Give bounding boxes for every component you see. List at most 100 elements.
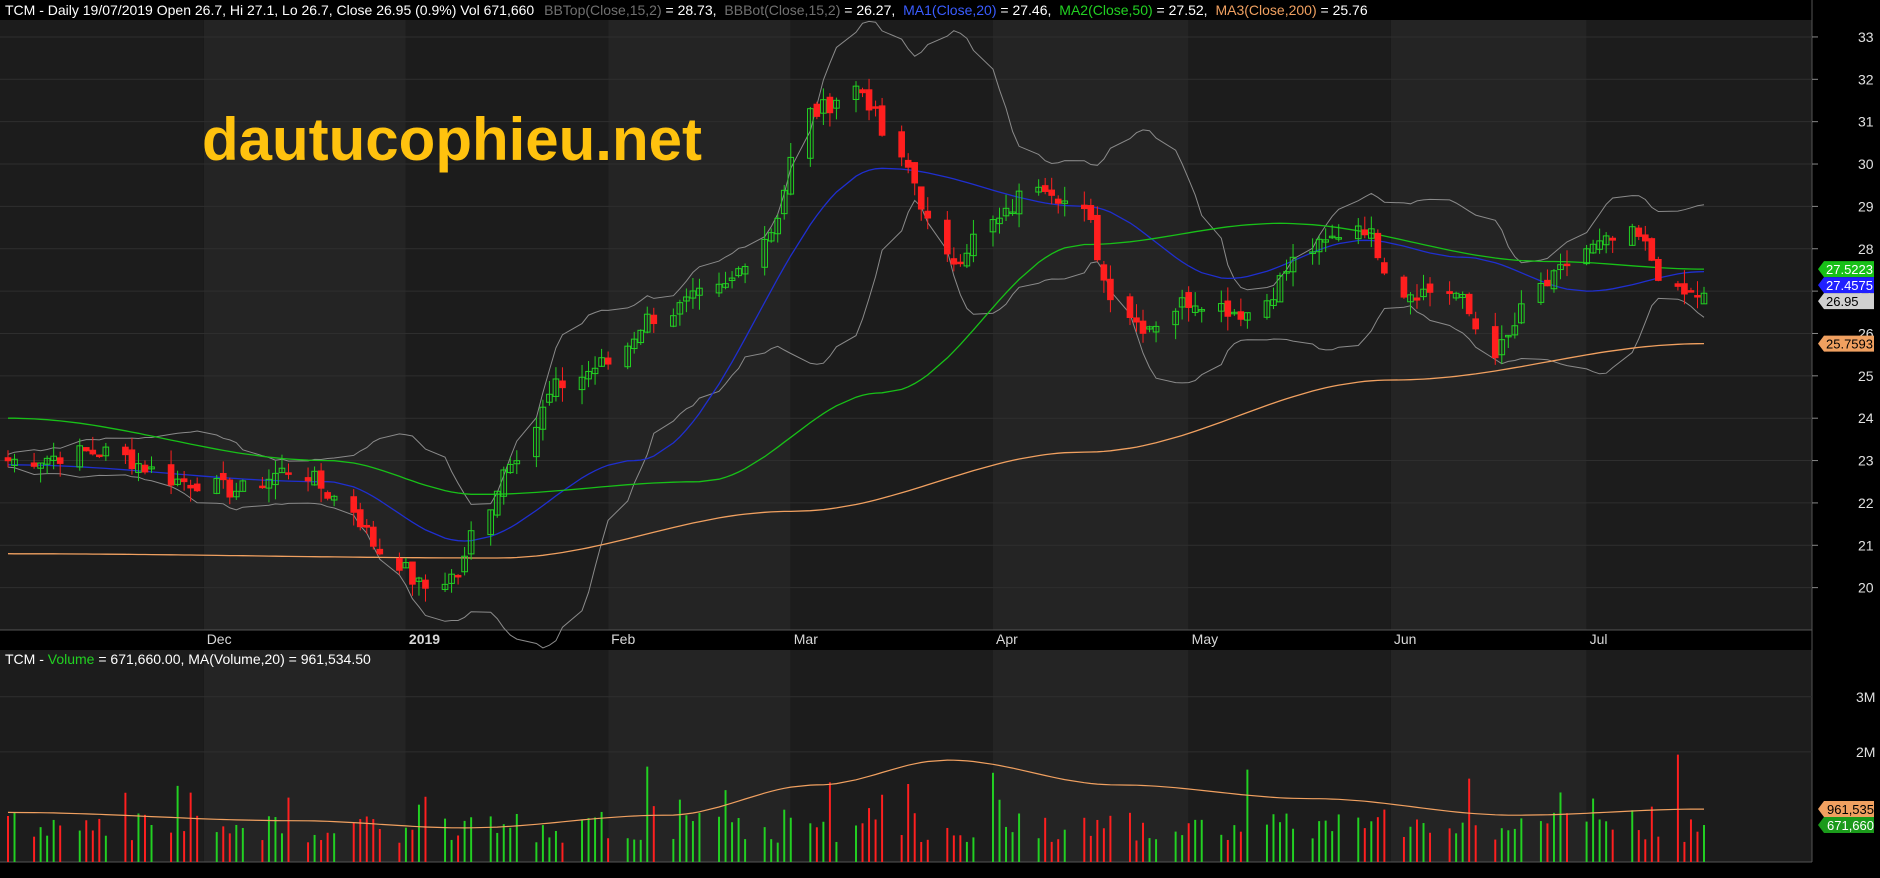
price-tick-label: 28	[1858, 241, 1874, 257]
candle-body	[559, 380, 566, 389]
candle-body	[1426, 283, 1434, 293]
candle-body	[141, 464, 149, 473]
price-tick-label: 31	[1858, 114, 1874, 130]
price-month-band	[0, 20, 204, 630]
candle-body	[650, 314, 658, 325]
candle-body	[1139, 320, 1147, 334]
volume-month-band	[0, 650, 204, 862]
candle-body	[167, 464, 175, 486]
candle-body	[369, 526, 377, 547]
candle-body	[898, 131, 905, 158]
candle-body	[1087, 205, 1095, 220]
candle	[1465, 292, 1473, 317]
header-price-info: TCM - Daily 19/07/2019 Open 26.7, Hi 27.…	[5, 2, 534, 18]
candle-body	[89, 449, 97, 455]
volume-tag: 671,660	[1818, 817, 1874, 834]
month-label: Feb	[611, 631, 635, 647]
candle	[1400, 274, 1408, 299]
volume-month-band	[405, 650, 609, 862]
candle-body	[82, 447, 90, 452]
candle-body	[1544, 279, 1551, 287]
price-tick-label: 30	[1858, 156, 1874, 172]
candle-body	[1674, 283, 1682, 287]
candle-body	[878, 105, 886, 136]
candle-body	[950, 258, 958, 265]
volume-month-band	[1390, 650, 1587, 862]
candle-body	[128, 449, 136, 470]
candle-body	[1446, 291, 1453, 294]
candle-body	[1465, 293, 1473, 315]
price-tick-label: 32	[1858, 71, 1874, 87]
candle-body	[1400, 276, 1408, 298]
candle-body	[957, 261, 964, 265]
candle-body	[1100, 264, 1108, 281]
price-tick-label: 33	[1858, 29, 1874, 45]
candle-body	[1361, 229, 1369, 236]
price-tick-label: 29	[1858, 198, 1874, 214]
month-label: Mar	[794, 631, 818, 647]
candle-body	[1563, 263, 1571, 267]
header-bbbot-value: = 26.27,	[840, 2, 895, 18]
price-tag-text: 27.5223	[1826, 262, 1873, 277]
candle-body	[904, 159, 912, 168]
price-tick-label: 24	[1858, 410, 1874, 426]
candle	[1655, 256, 1662, 282]
volume-tick-label: 2M	[1856, 744, 1875, 760]
volume-month-band	[992, 650, 1189, 862]
candle-body	[56, 457, 64, 464]
candle-body	[911, 162, 919, 184]
price-tag-text: 25.7593	[1826, 337, 1873, 352]
candle-body	[1681, 283, 1688, 295]
volume-tick-label: 3M	[1856, 689, 1875, 705]
candle-body	[1094, 214, 1101, 261]
candle-body	[1126, 296, 1134, 318]
candle-body	[917, 186, 925, 210]
candle-body	[454, 574, 462, 578]
header-ma1-label: MA1(Close,20)	[903, 2, 996, 18]
ma2-price-tag: 27.5223	[1818, 261, 1874, 278]
stock-chart-window: dautucophieu.net 20212223242526272829303…	[0, 0, 1880, 878]
candle-body	[226, 479, 234, 498]
candle-body	[1655, 259, 1662, 281]
candle	[1374, 229, 1382, 261]
candle-body	[1133, 317, 1140, 323]
candle-body	[1185, 292, 1192, 308]
candle-body	[317, 470, 325, 489]
header-ma2-value: = 27.52,	[1153, 2, 1208, 18]
volume-month-band	[1586, 650, 1812, 862]
candle-body	[259, 485, 266, 489]
price-tag-text: 26.95	[1826, 294, 1859, 309]
candle-body	[409, 561, 416, 585]
price-month-band	[1390, 20, 1587, 630]
candle-body	[1054, 198, 1062, 204]
volume-header-label: Volume	[48, 651, 95, 667]
candle-body	[813, 103, 821, 117]
candle-body	[1648, 238, 1656, 261]
month-label: Dec	[207, 631, 232, 647]
candle-body	[304, 477, 312, 482]
price-month-band	[1188, 20, 1391, 630]
candle-body	[324, 492, 331, 499]
candle-body	[1107, 278, 1114, 301]
volume-ma-tag: 961,535	[1818, 801, 1874, 818]
close-price-tag: 26.95	[1818, 293, 1874, 310]
header-ma3-label: MA3(Close,200)	[1215, 2, 1316, 18]
candle-body	[285, 472, 292, 475]
candle-body	[180, 478, 188, 483]
header-ma3-value: = 25.76	[1317, 2, 1368, 18]
candle-body	[826, 96, 834, 114]
price-tag-text: 27.4575	[1826, 278, 1873, 293]
header-bbtop-value: = 28.73,	[662, 2, 717, 18]
candle-body	[1413, 297, 1421, 301]
candle-body	[865, 89, 873, 111]
month-label: 2019	[409, 631, 440, 647]
price-month-band	[790, 20, 993, 630]
candle-body	[219, 472, 227, 481]
candle-body	[1472, 318, 1480, 330]
price-header: TCM - Daily 19/07/2019 Open 26.7, Hi 27.…	[5, 2, 1368, 18]
volume-header: TCM - Volume = 671,660.00, MA(Volume,20)…	[5, 651, 371, 667]
chart-canvas[interactable]: dautucophieu.net 20212223242526272829303…	[0, 0, 1880, 878]
candle-body	[924, 210, 932, 219]
candle-body	[1609, 237, 1616, 241]
header-ma2-label: MA2(Close,50)	[1059, 2, 1152, 18]
